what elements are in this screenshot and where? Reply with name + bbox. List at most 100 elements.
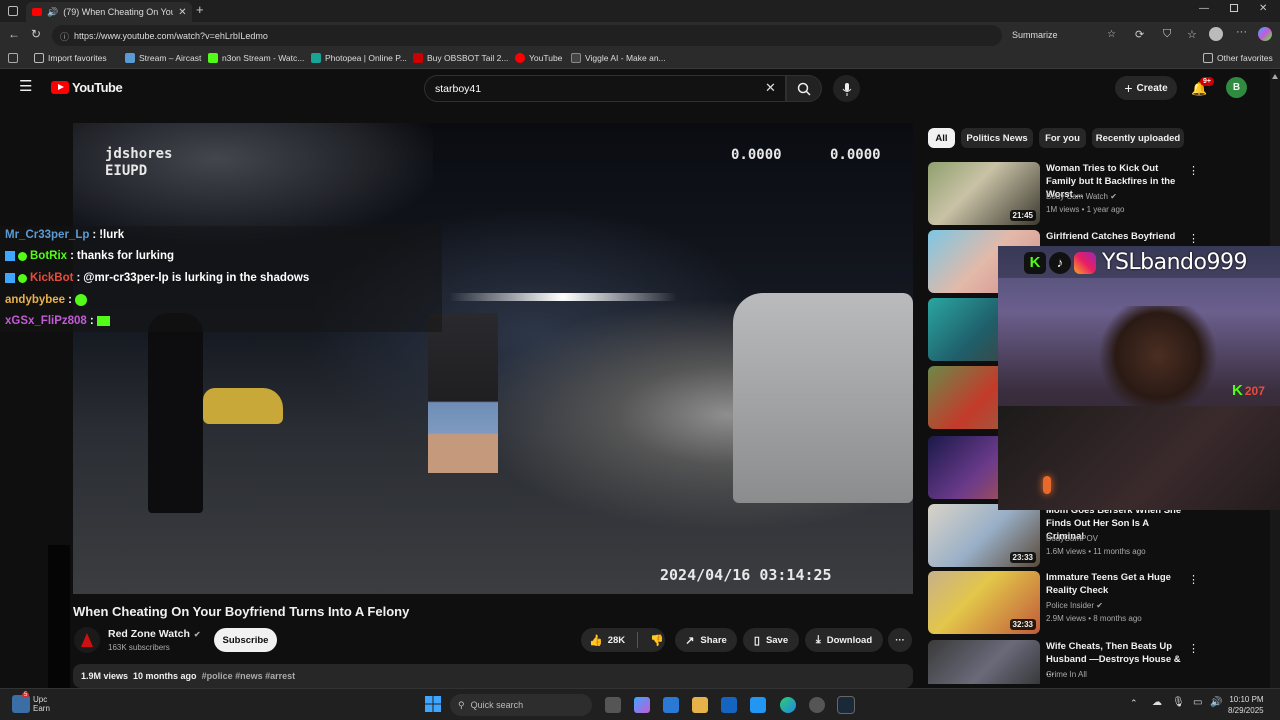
file-explorer-icon[interactable] <box>692 697 708 713</box>
clear-search-icon[interactable]: ✕ <box>765 80 776 96</box>
subscribe-button[interactable]: Subscribe <box>214 628 277 652</box>
import-icon <box>34 53 44 63</box>
bookmark-other[interactable]: Other favorites <box>1203 53 1273 63</box>
window-close-icon[interactable]: ✕ <box>1259 3 1267 14</box>
chat-message: andybybee: <box>5 294 87 306</box>
extensions-icon[interactable]: ⟳ <box>1135 28 1144 41</box>
video-player[interactable]: jdshores EIUPD 0.0000 0.0000 2024/04/16 0… <box>73 123 913 594</box>
tab-close-icon[interactable]: ✕ <box>178 7 186 18</box>
clock[interactable]: 10:10 PM 8/29/2025 <box>1228 694 1264 716</box>
create-button[interactable]: + Create <box>1115 76 1177 100</box>
more-actions-button[interactable]: ··· <box>888 628 912 652</box>
channel-name[interactable]: Crime In All <box>1046 670 1087 679</box>
thumbs-down-icon[interactable]: 👎 <box>650 634 664 647</box>
widgets-label[interactable]: Upc Earn <box>33 695 50 713</box>
bookmark-aircast[interactable]: Stream – Aircast <box>125 53 201 63</box>
bookmark-photopea[interactable]: Photopea | Online P... <box>311 53 407 63</box>
more-actions-icon[interactable]: ⋮ <box>1188 642 1199 655</box>
video-title[interactable]: Immature Teens Get a Huge Reality Check <box>1046 571 1184 597</box>
video-thumbnail[interactable]: 23:33 <box>928 504 1040 567</box>
bookmark-obsbot[interactable]: Buy OBSBOT Tail 2... <box>413 53 508 63</box>
recommended-video[interactable]: Wife Cheats, Then Beats Up Husband —Dest… <box>928 640 1273 684</box>
back-icon[interactable]: ← <box>8 27 20 41</box>
hamburger-menu-icon[interactable]: ☰ <box>19 79 32 94</box>
chip-for-you[interactable]: For you <box>1039 128 1086 148</box>
download-button[interactable]: ⤓ Download <box>805 628 883 652</box>
browser-tab-active[interactable]: 🔊 (79) When Cheating On Your ✕ <box>26 2 192 22</box>
woman-figure <box>428 313 498 473</box>
red-zone-logo-icon <box>81 633 93 647</box>
recommended-video[interactable]: 23:33 Mom Goes Berserk When She Finds Ou… <box>928 504 1273 567</box>
more-actions-icon[interactable]: ⋮ <box>1188 573 1199 586</box>
recommended-video[interactable]: 21:45 Woman Tries to Kick Out Family but… <box>928 162 1273 225</box>
profile-icon[interactable] <box>1209 27 1223 41</box>
mic-tray-icon[interactable]: 🎙 <box>1172 697 1185 708</box>
cloud-icon[interactable]: ☁ <box>1152 697 1162 708</box>
tab-actions-icon[interactable] <box>8 6 18 16</box>
more-actions-icon[interactable]: ⋮ <box>1188 232 1199 245</box>
url-field[interactable]: ⓘ https://www.youtube.com/watch?v=ehLrbI… <box>52 25 1116 46</box>
bookmark-youtube[interactable]: YouTube <box>515 53 562 63</box>
minimize-icon[interactable]: — <box>1199 3 1209 14</box>
channel-avatar[interactable] <box>74 627 100 653</box>
search-button[interactable] <box>786 75 822 102</box>
bookmark-viggle[interactable]: Viggle AI - Make an... <box>571 53 666 63</box>
more-actions-icon[interactable]: ⋮ <box>1188 164 1199 177</box>
video-thumbnail[interactable]: 21:45 <box>928 162 1040 225</box>
outlook-icon[interactable] <box>721 697 737 713</box>
favorite-star-icon[interactable]: ☆ <box>1107 29 1116 40</box>
edge-icon[interactable] <box>780 697 796 713</box>
browser-essentials-icon[interactable]: ⛉ <box>1163 28 1171 41</box>
steam-icon[interactable] <box>837 696 855 714</box>
bookmark-n3on[interactable]: n3on Stream - Watc... <box>208 53 304 63</box>
recommended-video[interactable]: 32:33 Immature Teens Get a Huge Reality … <box>928 571 1273 634</box>
speaker-icon[interactable]: 🔊 <box>47 7 58 18</box>
copilot-icon[interactable] <box>1258 27 1272 41</box>
share-icon: ↗ <box>685 634 695 647</box>
summarize-button[interactable]: Summarize <box>1012 30 1058 40</box>
refresh-icon[interactable]: ↻ <box>31 27 41 41</box>
save-button[interactable]: ▯ Save <box>743 628 799 652</box>
tray-chevron-icon[interactable]: ⌃ <box>1130 698 1138 709</box>
app-icon[interactable] <box>809 697 825 713</box>
notifications-button[interactable]: 🔔 9+ <box>1191 77 1214 98</box>
verified-badge-icon <box>18 251 27 261</box>
search-input[interactable]: starboy41 ✕ <box>424 75 786 102</box>
chip-all[interactable]: All <box>928 128 955 148</box>
volume-icon[interactable]: 🔊 <box>1210 697 1222 708</box>
store-icon[interactable] <box>663 697 679 713</box>
channel-name[interactable]: Police Insider ✔ <box>1046 601 1103 610</box>
share-button[interactable]: ↗ Share <box>675 628 737 652</box>
bookmark-import[interactable]: Import favorites <box>34 53 107 63</box>
copilot-taskbar-icon[interactable] <box>634 697 650 713</box>
account-avatar[interactable]: B <box>1226 77 1247 98</box>
network-icon[interactable]: ▭ <box>1193 697 1202 708</box>
sidebar-toggle-icon[interactable] <box>8 53 18 63</box>
officer-figure <box>148 313 203 513</box>
social-handle-bar: K ♪ YSLbando999 <box>1024 250 1247 275</box>
photos-icon[interactable] <box>750 697 766 713</box>
site-info-icon[interactable]: ⓘ <box>60 30 69 43</box>
new-tab-icon[interactable]: + <box>196 2 204 17</box>
chip-recently-uploaded[interactable]: Recently uploaded <box>1092 128 1184 148</box>
channel-name-link[interactable]: Red Zone Watch ✔ <box>108 628 201 640</box>
video-thumbnail[interactable]: 32:33 <box>928 571 1040 634</box>
channel-name[interactable]: Body Cam Watch ✔ <box>1046 192 1117 201</box>
voice-search-button[interactable] <box>833 75 860 102</box>
video-thumbnail[interactable] <box>928 640 1040 684</box>
like-button[interactable]: 👍 28K <box>589 634 625 647</box>
task-view-icon[interactable] <box>605 697 621 713</box>
notification-badge: 9+ <box>1200 77 1214 86</box>
youtube-logo[interactable]: YouTube <box>51 80 123 95</box>
channel-name[interactable]: BodyCamPOV <box>1046 534 1098 543</box>
chat-message: BotRix: thanks for lurking <box>5 250 174 262</box>
more-icon[interactable]: ··· <box>1236 26 1247 38</box>
restore-icon[interactable] <box>1230 4 1238 12</box>
hashtags[interactable]: #police #news #arrest <box>202 671 296 681</box>
start-button[interactable] <box>425 696 441 717</box>
chip-politics-news[interactable]: Politics News <box>961 128 1033 148</box>
video-description[interactable]: 1.9M views 10 months ago #police #news #… <box>73 664 913 688</box>
favorites-icon[interactable]: ☆ <box>1187 28 1197 41</box>
video-title[interactable]: Girlfriend Catches Boyfriend <box>1046 230 1184 243</box>
taskbar-search[interactable]: ⚲ Quick search <box>450 694 592 716</box>
